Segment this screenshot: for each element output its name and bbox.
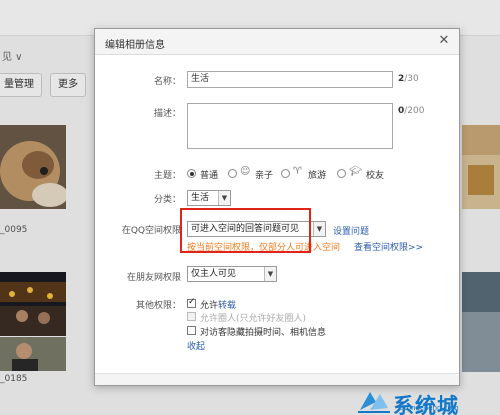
watermark-logo — [356, 388, 392, 415]
allow-tag-checkbox — [187, 312, 196, 321]
dialog-titlebar: 编辑相册信息 ✕ — [95, 29, 459, 55]
palm-tree-icon: ♈ — [293, 166, 302, 177]
chevron-down-icon: ▼ — [218, 191, 230, 205]
graduation-cap-icon: 🎓︎ — [349, 166, 362, 177]
theme-option-label: 旅游 — [308, 171, 327, 181]
theme-label: 主题： — [153, 171, 181, 181]
name-label: 名称： — [153, 77, 181, 87]
friends-permission-select[interactable]: 仅主人可见 ▼ — [187, 266, 277, 282]
name-input[interactable]: 生活 — [187, 71, 393, 88]
edit-album-dialog: 编辑相册信息 ✕ 名称： 生活 2/30 描述： 0/200 主题： 普通 ☺ … — [94, 28, 460, 386]
dialog-footer — [95, 373, 459, 385]
qzone-permission-label: 在QQ空间权限 — [121, 226, 181, 236]
view-space-permission-link[interactable]: 查看空间权限>> — [354, 240, 423, 253]
theme-radio-normal[interactable] — [187, 169, 196, 178]
description-label: 描述： — [153, 109, 181, 119]
hide-exif-checkbox[interactable] — [187, 326, 196, 335]
description-counter: 0/200 — [398, 106, 425, 116]
repost-link[interactable]: 转载 — [218, 301, 236, 311]
theme-option-label: 校友 — [366, 171, 385, 181]
theme-radio-family[interactable] — [228, 169, 237, 178]
allow-tag-label: 允许圈人(只允许好友圈人) — [200, 314, 307, 324]
theme-option-label: 普通 — [200, 171, 219, 181]
set-question-link[interactable]: 设置问题 — [333, 224, 369, 237]
category-label: 分类： — [153, 195, 181, 205]
friends-permission-value: 仅主人可见 — [191, 269, 237, 279]
smiley-icon: ☺ — [240, 166, 251, 177]
hide-exif-label: 对访客隐藏拍摄时间、相机信息 — [200, 328, 327, 338]
watermark-url: xitongcheng.com — [398, 404, 459, 412]
theme-radio-alumni[interactable] — [337, 169, 346, 178]
chevron-down-icon: ▼ — [264, 267, 276, 281]
allow-repost-checkbox[interactable] — [187, 297, 196, 308]
highlight-box — [180, 208, 311, 253]
theme-radio-travel[interactable] — [281, 169, 290, 178]
description-textarea[interactable] — [187, 103, 393, 149]
category-value: 生活 — [191, 193, 210, 203]
theme-option-label: 亲子 — [255, 171, 274, 181]
name-counter: 2/30 — [398, 74, 419, 84]
collapse-link[interactable]: 收起 — [187, 339, 205, 352]
allow-repost-label: 允许转载 — [200, 301, 237, 311]
dialog-title: 编辑相册信息 — [105, 40, 165, 51]
close-icon[interactable]: ✕ — [437, 34, 451, 48]
category-select[interactable]: 生活 ▼ — [187, 190, 231, 206]
chevron-down-icon: ▼ — [313, 222, 325, 236]
friends-permission-label: 在朋友网权限 — [126, 273, 181, 283]
other-permission-label: 其他权限： — [135, 301, 181, 311]
